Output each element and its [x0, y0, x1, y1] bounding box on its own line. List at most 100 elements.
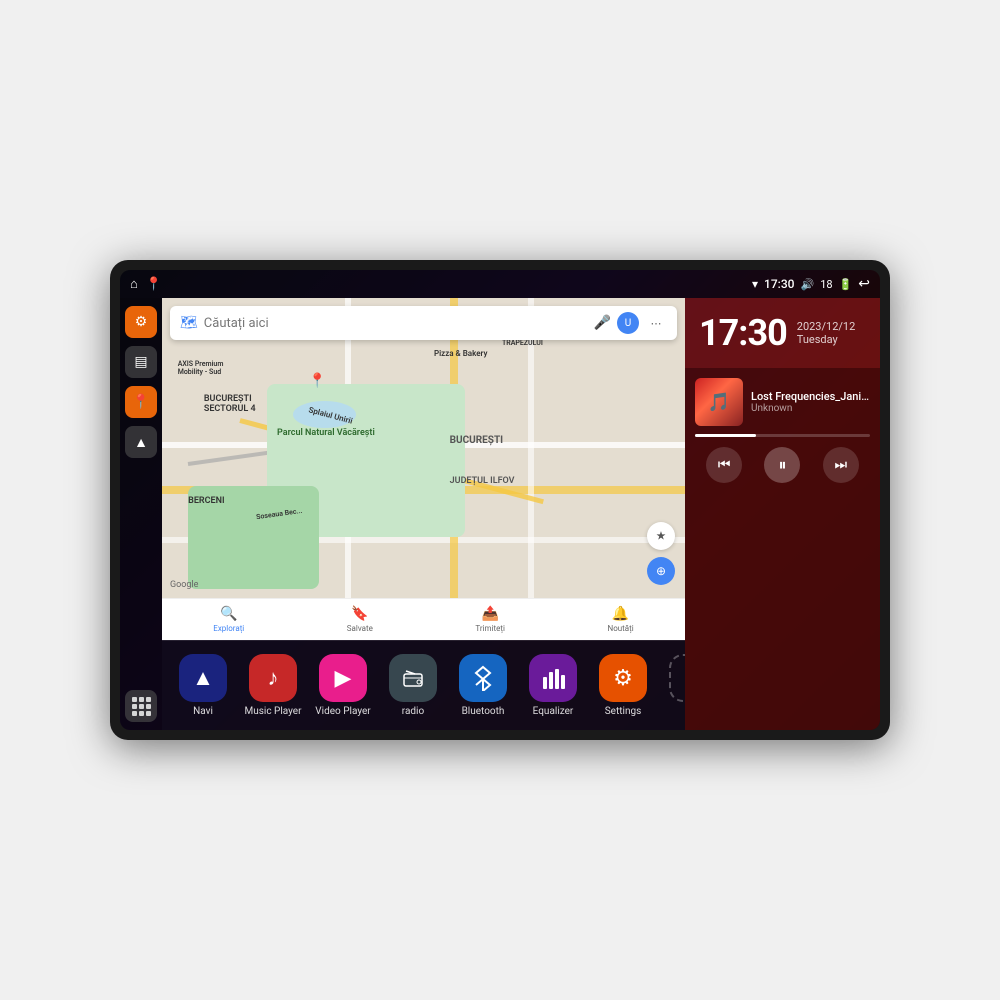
device-shell: ⌂ 📍 ▾ 17:30 🔊 18 🔋 ↩ ⚙ ▤	[110, 260, 890, 740]
settings-label: Settings	[605, 706, 642, 717]
map-nav-share[interactable]: 📤 Trimiteți	[475, 606, 505, 633]
status-time: 17:30	[764, 277, 794, 291]
sidebar-map-btn[interactable]: 📍	[125, 386, 157, 418]
home-icon[interactable]: ⌂	[130, 276, 138, 292]
clock-widget: 17:30 2023/12/12 Tuesday	[685, 298, 880, 368]
center-area: AXIS PremiumMobility - Sud Pizza & Baker…	[162, 298, 685, 730]
share-label: Trimiteți	[475, 624, 505, 633]
map-label-pizza: Pizza & Bakery	[434, 349, 488, 358]
next-button[interactable]: ⏭	[823, 447, 859, 483]
saved-icon: 🔖	[351, 606, 368, 622]
music-album-art: 🎵	[695, 378, 743, 426]
map-label-trapez: TRAPEZULUI	[502, 339, 543, 347]
bluetooth-label: Bluetooth	[462, 706, 505, 717]
mic-icon[interactable]: 🎤	[594, 315, 611, 331]
app-equalizer[interactable]: Equalizer	[518, 654, 588, 717]
clock-time: 17:30	[699, 312, 787, 354]
music-player-icon: ♪	[249, 654, 297, 702]
news-label: Noutăți	[608, 624, 634, 633]
user-avatar[interactable]: U	[617, 312, 639, 334]
share-icon: 📤	[481, 606, 498, 622]
saved-label: Salvate	[347, 624, 373, 633]
video-player-label: Video Player	[315, 706, 370, 717]
map-search-bar[interactable]: 🗺 Căutați aici 🎤 U ⋯	[170, 306, 677, 340]
pause-button[interactable]: ⏸	[764, 447, 800, 483]
map-label-park: Parcul Natural Văcărești	[277, 428, 375, 438]
nav-arrow-icon: ▲	[134, 434, 148, 451]
app-add[interactable]: + add	[658, 654, 685, 717]
map-container[interactable]: AXIS PremiumMobility - Sud Pizza & Baker…	[162, 298, 685, 640]
app-navi[interactable]: ▲ Navi	[168, 654, 238, 717]
music-controls: ⏮ ⏸ ⏭	[695, 447, 870, 483]
device-screen: ⌂ 📍 ▾ 17:30 🔊 18 🔋 ↩ ⚙ ▤	[120, 270, 880, 730]
sidebar-files-btn[interactable]: ▤	[125, 346, 157, 378]
status-right: ▾ 17:30 🔊 18 🔋 ↩	[752, 276, 870, 292]
app-radio[interactable]: radio	[378, 654, 448, 717]
wifi-icon: ▾	[752, 277, 758, 291]
google-watermark: Google	[170, 580, 198, 590]
volume-icon: 🔊	[800, 278, 814, 291]
navi-label: Navi	[193, 706, 213, 717]
gear-icon: ⚙	[135, 314, 148, 330]
battery-level: 18	[820, 278, 832, 291]
music-info: 🎵 Lost Frequencies_Janie... Unknown	[695, 378, 870, 426]
music-progress-fill	[695, 434, 756, 437]
map-label-sect4: BUCUREȘTISECTORUL 4	[204, 394, 256, 414]
map-label-berceni: BERCENI	[188, 496, 224, 506]
music-title: Lost Frequencies_Janie...	[751, 390, 870, 403]
music-text: Lost Frequencies_Janie... Unknown	[751, 390, 870, 414]
add-icon: +	[669, 654, 685, 702]
search-placeholder: Căutați aici	[204, 316, 588, 331]
explore-label: Explorați	[213, 624, 244, 633]
sidebar-grid-btn[interactable]	[125, 690, 157, 722]
app-settings[interactable]: ⚙ Settings	[588, 654, 658, 717]
sidebar-nav-btn[interactable]: ▲	[125, 426, 157, 458]
app-music-player[interactable]: ♪ Music Player	[238, 654, 308, 717]
clock-date: 2023/12/12	[797, 320, 856, 333]
map-nav-saved[interactable]: 🔖 Salvate	[347, 606, 373, 633]
map-bottom-nav: 🔍 Explorați 🔖 Salvate 📤 Trimiteți �	[162, 598, 685, 640]
location-icon: 📍	[132, 394, 149, 410]
battery-icon: 🔋	[839, 278, 853, 291]
google-maps-icon: 🗺	[180, 315, 198, 331]
music-widget: 🎵 Lost Frequencies_Janie... Unknown ⏮ ⏸	[685, 368, 880, 730]
clock-date-info: 2023/12/12 Tuesday	[797, 320, 856, 346]
sidebar-settings-btn[interactable]: ⚙	[125, 306, 157, 338]
files-icon: ▤	[134, 354, 147, 370]
map-settings-icon[interactable]: ⋯	[645, 312, 667, 334]
status-bar: ⌂ 📍 ▾ 17:30 🔊 18 🔋 ↩	[120, 270, 880, 298]
map-nav-news[interactable]: 🔔 Noutăți	[608, 606, 634, 633]
album-art-image: 🎵	[695, 378, 743, 426]
music-progress-bar[interactable]	[695, 434, 870, 437]
apps-bar: ▲ Navi ♪ Music Player ▶ Vid	[162, 640, 685, 730]
clock-day: Tuesday	[797, 333, 856, 346]
bluetooth-icon	[459, 654, 507, 702]
radio-icon	[389, 654, 437, 702]
sidebar: ⚙ ▤ 📍 ▲	[120, 298, 162, 730]
grid-dots-icon	[132, 697, 151, 716]
app-bluetooth[interactable]: Bluetooth	[448, 654, 518, 717]
equalizer-icon	[529, 654, 577, 702]
app-video-player[interactable]: ▶ Video Player	[308, 654, 378, 717]
maps-icon[interactable]: 📍	[146, 277, 162, 292]
map-road-v3	[528, 298, 534, 640]
map-location-btn[interactable]: ⊕	[647, 557, 675, 585]
radio-label: radio	[402, 706, 424, 717]
map-nav-explore[interactable]: 🔍 Explorați	[213, 606, 244, 633]
explore-icon: 🔍	[220, 606, 237, 622]
equalizer-label: Equalizer	[533, 706, 574, 717]
video-player-icon: ▶	[319, 654, 367, 702]
music-artist: Unknown	[751, 403, 870, 414]
status-left: ⌂ 📍	[130, 276, 162, 292]
map-label-axis: AXIS PremiumMobility - Sud	[178, 360, 224, 376]
map-star-btn[interactable]: ★	[647, 522, 675, 550]
music-player-label: Music Player	[244, 706, 301, 717]
map-label-buc: BUCUREȘTI	[450, 435, 503, 446]
navi-icon: ▲	[179, 654, 227, 702]
main-content: ⚙ ▤ 📍 ▲	[120, 298, 880, 730]
settings-icon: ⚙	[599, 654, 647, 702]
news-icon: 🔔	[612, 606, 629, 622]
prev-button[interactable]: ⏮	[706, 447, 742, 483]
right-panel: 17:30 2023/12/12 Tuesday 🎵 Lost Frequenc…	[685, 298, 880, 730]
back-icon[interactable]: ↩	[858, 276, 870, 292]
